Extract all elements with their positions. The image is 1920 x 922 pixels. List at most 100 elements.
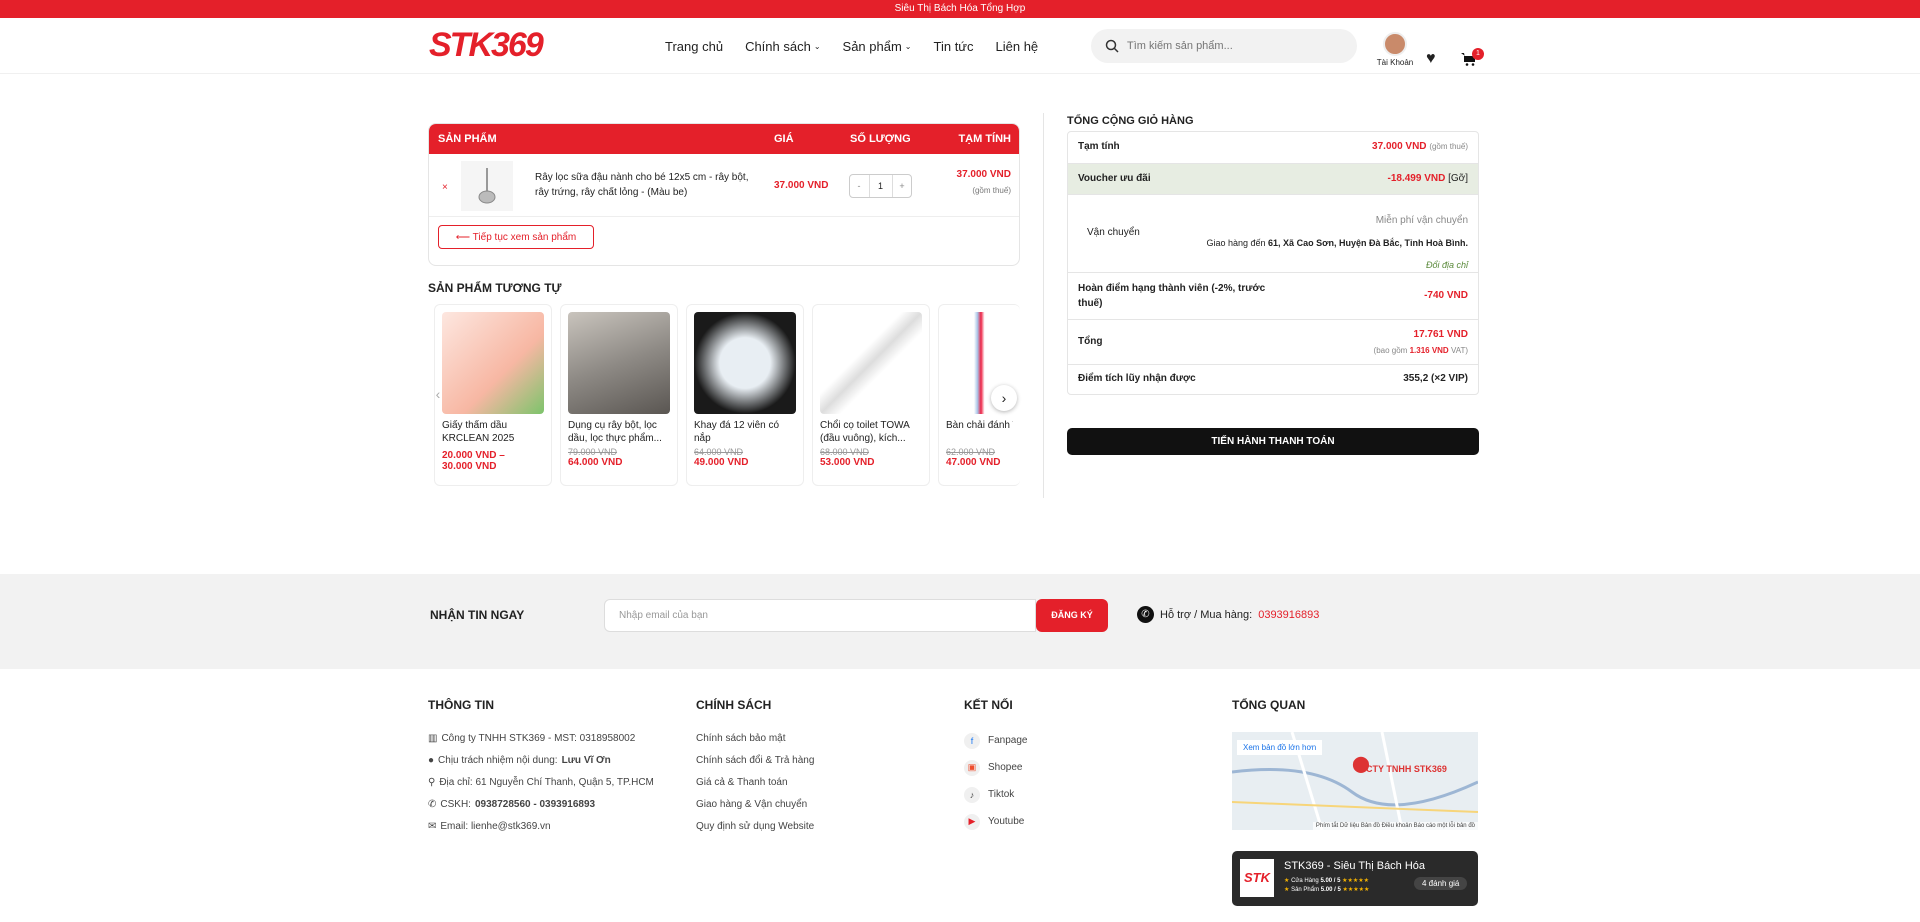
product-card[interactable]: Khay đá 12 viên có nắp 64.000 VND 49.000…: [686, 304, 804, 486]
subtotal-note: (gồm thuế): [1429, 142, 1468, 151]
map-label: CTY TNHH STK369: [1366, 764, 1447, 774]
social-label: Shopee: [988, 762, 1023, 773]
nav-label: Trang chủ: [665, 39, 724, 54]
email-text[interactable]: Email: lienhe@stk369.vn: [440, 821, 550, 832]
social-label: Fanpage: [988, 735, 1028, 746]
cskh-label: CSKH:: [440, 798, 471, 810]
totals-subtotal-row: Tạm tính 37.000 VND (gồm thuế): [1068, 132, 1478, 164]
carousel-prev-icon[interactable]: ‹: [428, 386, 448, 406]
nav-news[interactable]: Tin tức: [934, 39, 974, 54]
support-phone-link[interactable]: 0393916893: [1258, 609, 1319, 621]
totals-voucher-row: Voucher ưu đãi -18.499 VND [Gỡ]: [1068, 164, 1478, 195]
product-card[interactable]: Giấy thấm dầu KRCLEAN 2025 20.000 VND – …: [434, 304, 552, 486]
checkout-button[interactable]: TIẾN HÀNH THANH TOÁN: [1067, 428, 1479, 455]
product-price-max: 30.000 VND: [442, 461, 497, 472]
review-store-name: STK369 - Siêu Thị Bách Hóa: [1284, 860, 1426, 872]
wishlist-heart-icon[interactable]: ♥: [1426, 50, 1436, 68]
search-icon[interactable]: [1105, 39, 1119, 53]
qty-plus-button[interactable]: +: [893, 181, 911, 191]
account-link[interactable]: Tài Khoản: [1373, 32, 1417, 67]
phone-icon: ✆: [1137, 606, 1154, 623]
product-card[interactable]: Dụng cụ rây bột, lọc dầu, lọc thực phẩm.…: [560, 304, 678, 486]
map-enlarge-link[interactable]: Xem bản đồ lớn hơn: [1237, 740, 1323, 755]
social-youtube[interactable]: ▶ Youtube: [964, 808, 1027, 835]
social-shopee[interactable]: ▣ Shopee: [964, 754, 1027, 781]
chevron-down-icon: ⌄: [813, 42, 821, 51]
footer-policy-title: CHÍNH SÁCH: [696, 698, 772, 712]
review-widget[interactable]: STK STK369 - Siêu Thị Bách Hóa ★ Cửa Hàn…: [1232, 851, 1478, 906]
nav-home[interactable]: Trang chủ: [665, 39, 723, 54]
subtotal-label: Tạm tính: [1078, 141, 1120, 152]
nav-label: Chính sách: [745, 39, 811, 54]
social-tiktok[interactable]: ♪ Tiktok: [964, 781, 1027, 808]
cart-product-price: 37.000 VND: [774, 180, 829, 191]
product-image: [442, 312, 544, 414]
newsletter-subscribe-button[interactable]: ĐĂNG KÝ: [1036, 599, 1108, 632]
social-fanpage[interactable]: f Fanpage: [964, 727, 1027, 754]
vat-value: 1.316 VND: [1409, 346, 1449, 355]
product-price: 64.000 VND: [568, 457, 623, 468]
policy-link[interactable]: Giao hàng & Vận chuyển: [696, 793, 814, 815]
product-old-price: 62.000 VND: [946, 447, 996, 457]
footer-cskh: ✆ CSKH: 0938728560 - 0393916893: [428, 793, 654, 815]
shopee-icon: ▣: [964, 759, 980, 776]
newsletter-email-input[interactable]: Nhập email của bạn: [604, 599, 1036, 632]
nav-contact[interactable]: Liên hệ: [996, 39, 1039, 54]
stars-rating-icon: ★★★★★: [1342, 878, 1370, 884]
review-scores: ★ Cửa Hàng 5.00 / 5 ★★★★★ ★ Sản Phẩm 5.0…: [1284, 877, 1369, 895]
footer-responsible: ● Chịu trách nhiệm nội dung: Lưu Vĩ Ơn: [428, 749, 654, 771]
qty-input[interactable]: 1: [868, 175, 893, 197]
policy-link[interactable]: Chính sách đổi & Trả hàng: [696, 749, 814, 771]
shipping-label: Vận chuyển: [1087, 227, 1140, 238]
continue-shopping-button[interactable]: ⟵ Tiếp tục xem sản phẩm: [438, 225, 594, 249]
cart-product-name[interactable]: Rây lọc sữa đậu nành cho bé 12x5 cm - râ…: [535, 170, 760, 200]
cart-totals-table: Tạm tính 37.000 VND (gồm thuế) Voucher ư…: [1067, 131, 1479, 395]
newsletter-section: NHẬN TIN NGAY Nhập email của bạn ĐĂNG KÝ…: [0, 574, 1920, 669]
col-subtotal: TẠM TÍNH: [958, 133, 1011, 145]
nav-products[interactable]: Sản phẩm ⌄: [843, 39, 912, 54]
youtube-icon: ▶: [964, 813, 980, 830]
site-logo[interactable]: STK369: [429, 26, 544, 65]
nav-policy[interactable]: Chính sách ⌄: [745, 39, 820, 54]
shipping-destination: Giao hàng đến 61, Xã Cao Sơn, Huyện Đà B…: [1206, 232, 1468, 254]
responsible-label: Chịu trách nhiệm nội dung:: [438, 754, 558, 766]
remove-item-icon[interactable]: ×: [442, 182, 448, 193]
voucher-label: Voucher ưu đãi: [1078, 173, 1151, 184]
qty-minus-button[interactable]: -: [850, 181, 868, 191]
policy-link[interactable]: Chính sách bảo mật: [696, 727, 814, 749]
product-thumbnail[interactable]: [461, 161, 513, 211]
product-name: Chổi cọ toilet TOWA (đầu vuông), kích...: [820, 420, 910, 444]
company-text: Công ty TNHH STK369 - MST: 0318958002: [441, 732, 636, 744]
voucher-amount: -18.499 VND [Gỡ]: [1388, 173, 1469, 184]
responsible-name: Lưu Vĩ Ơn: [561, 754, 611, 766]
search-input[interactable]: [1127, 40, 1327, 52]
totals-total-row: Tổng 17.761 VND (bao gồm 1.316 VND VAT): [1068, 320, 1478, 365]
store-score-label: Cửa Hàng: [1291, 878, 1319, 884]
cskh-phones[interactable]: 0938728560 - 0393916893: [475, 799, 595, 810]
col-product: SẢN PHẨM: [438, 133, 497, 145]
social-label: Youtube: [988, 816, 1025, 827]
policy-link[interactable]: Giá cả & Thanh toán: [696, 771, 814, 793]
footer-email: ✉ Email: lienhe@stk369.vn: [428, 815, 654, 837]
chevron-down-icon: ⌄: [904, 42, 912, 51]
quantity-stepper: - 1 +: [849, 174, 912, 198]
carousel-next-icon[interactable]: ›: [991, 385, 1017, 411]
star-icon: ★: [1284, 878, 1290, 884]
policy-link[interactable]: Quy định sử dụng Website: [696, 815, 814, 837]
vat-suffix: VAT): [1450, 346, 1468, 355]
product-card[interactable]: Chổi cọ toilet TOWA (đầu vuông), kích...…: [812, 304, 930, 486]
cart-item-row: × Rây lọc sữa đậu nành cho bé 12x5 cm - …: [429, 154, 1019, 217]
product-price: 47.000 VND: [946, 457, 1001, 468]
remove-voucher-link[interactable]: [Gỡ]: [1448, 173, 1468, 184]
column-divider: [1043, 113, 1044, 498]
google-map[interactable]: Xem bản đồ lớn hơn ⬤ CTY TNHH STK369 Phí…: [1232, 732, 1478, 830]
totals-earn-row: Điểm tích lũy nhận được 355,2 (×2 VIP): [1068, 365, 1478, 394]
newsletter-title: NHẬN TIN NGAY: [430, 608, 525, 622]
footer-connect-title: KẾT NỐI: [964, 698, 1013, 712]
tiktok-icon: ♪: [964, 786, 980, 803]
footer-overview-title: TỔNG QUAN: [1232, 698, 1306, 712]
map-footer: Phím tắt Dữ liệu Bản đồ Điều khoản Báo c…: [1312, 822, 1478, 830]
nav-label: Tin tức: [933, 39, 974, 54]
footer-address: ⚲ Địa chỉ: 61 Nguyễn Chí Thanh, Quận 5, T…: [428, 771, 654, 793]
similar-products-carousel: Giấy thấm dầu KRCLEAN 2025 20.000 VND – …: [428, 304, 1020, 490]
